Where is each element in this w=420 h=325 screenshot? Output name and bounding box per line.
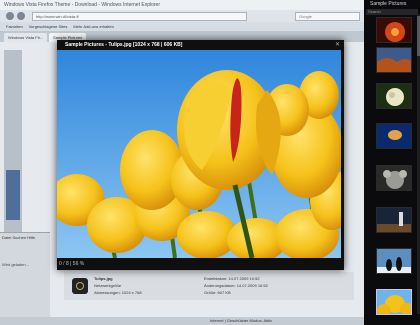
bookmark-suggested[interactable]: Vorgeschlagene Sites bbox=[29, 24, 68, 29]
thumbnail-chrysanthemum[interactable] bbox=[376, 17, 412, 43]
browser-nav-bar: http://www.win.dl/vista-ff Google bbox=[0, 10, 364, 22]
camera-icon bbox=[72, 278, 88, 294]
panel-menu[interactable]: Datei Suchen Hilfe bbox=[0, 233, 50, 242]
tulips-photo[interactable] bbox=[57, 50, 341, 258]
thumbnail-lighthouse[interactable] bbox=[376, 207, 412, 233]
bookmark-addons[interactable]: Mehr Add-ons erhalten bbox=[73, 24, 113, 29]
page-image-placeholder bbox=[6, 170, 20, 220]
file-details: Tulips.jpg Netzwerkgröße Abmessungen: 10… bbox=[64, 272, 354, 300]
chrysanthemum-image bbox=[377, 18, 411, 42]
back-button[interactable] bbox=[6, 12, 14, 20]
sidebar-search-input[interactable]: Search bbox=[366, 9, 418, 15]
koala-image bbox=[377, 166, 411, 190]
thumbnail-tulips[interactable] bbox=[376, 289, 412, 315]
panel-loading-text: Wird geladen... bbox=[2, 262, 29, 267]
file-modified: Änderungsdatum: 14.07.2009 10:52 bbox=[204, 283, 268, 288]
status-bar: Internet | Geschützter Modus: Aktiv bbox=[0, 317, 364, 325]
file-date: Erstelldatum: 14.07.2009 10:52 bbox=[204, 276, 260, 281]
tulips-thumb-image bbox=[377, 290, 411, 314]
bookmarks-bar: Favoriten Vorgeschlagene Sites Mehr Add-… bbox=[0, 22, 364, 31]
thumbnail-desert[interactable] bbox=[376, 47, 412, 73]
sidebar-panel: Datei Suchen Hilfe Wird geladen... bbox=[0, 232, 50, 323]
file-size: Größe: 607 KB bbox=[204, 290, 231, 295]
viewer-title: Sample Pictures - Tulips.jpg [1024 x 768… bbox=[65, 42, 183, 48]
tulips-image bbox=[57, 50, 341, 258]
browser-search-input[interactable]: Google bbox=[295, 11, 360, 21]
tab-vista-theme[interactable]: Windows Vista Fir... bbox=[4, 33, 48, 42]
thumbnail-jellyfish[interactable] bbox=[376, 123, 412, 149]
thumbnail-sidebar: Sample Pictures Search bbox=[364, 0, 420, 325]
sidebar-title: Sample Pictures bbox=[370, 1, 407, 7]
jellyfish-image bbox=[377, 124, 411, 148]
close-icon[interactable]: ✕ bbox=[335, 41, 340, 48]
browser-title: Windows Vista Firefox Theme - Download -… bbox=[0, 0, 364, 10]
bookmark-favorites[interactable]: Favoriten bbox=[6, 24, 23, 29]
viewer-footer: 0 / 8 | 56 % bbox=[59, 261, 85, 267]
hydrangeas-image bbox=[377, 84, 411, 108]
desert-image bbox=[377, 48, 411, 72]
file-dimensions: Abmessungen: 1024 x 768 bbox=[94, 290, 142, 295]
lighthouse-image bbox=[377, 208, 411, 232]
thumbnail-koala[interactable] bbox=[376, 165, 412, 191]
file-name: Tulips.jpg bbox=[94, 276, 113, 281]
thumbnail-penguins[interactable] bbox=[376, 248, 412, 274]
address-bar[interactable]: http://www.win.dl/vista-ff bbox=[32, 11, 247, 21]
file-size-label: Netzwerkgröße bbox=[94, 283, 122, 288]
penguins-image bbox=[377, 249, 411, 273]
image-viewer: Sample Pictures - Tulips.jpg [1024 x 768… bbox=[57, 40, 344, 270]
forward-button[interactable] bbox=[17, 12, 25, 20]
thumbnail-hydrangeas[interactable] bbox=[376, 83, 412, 109]
